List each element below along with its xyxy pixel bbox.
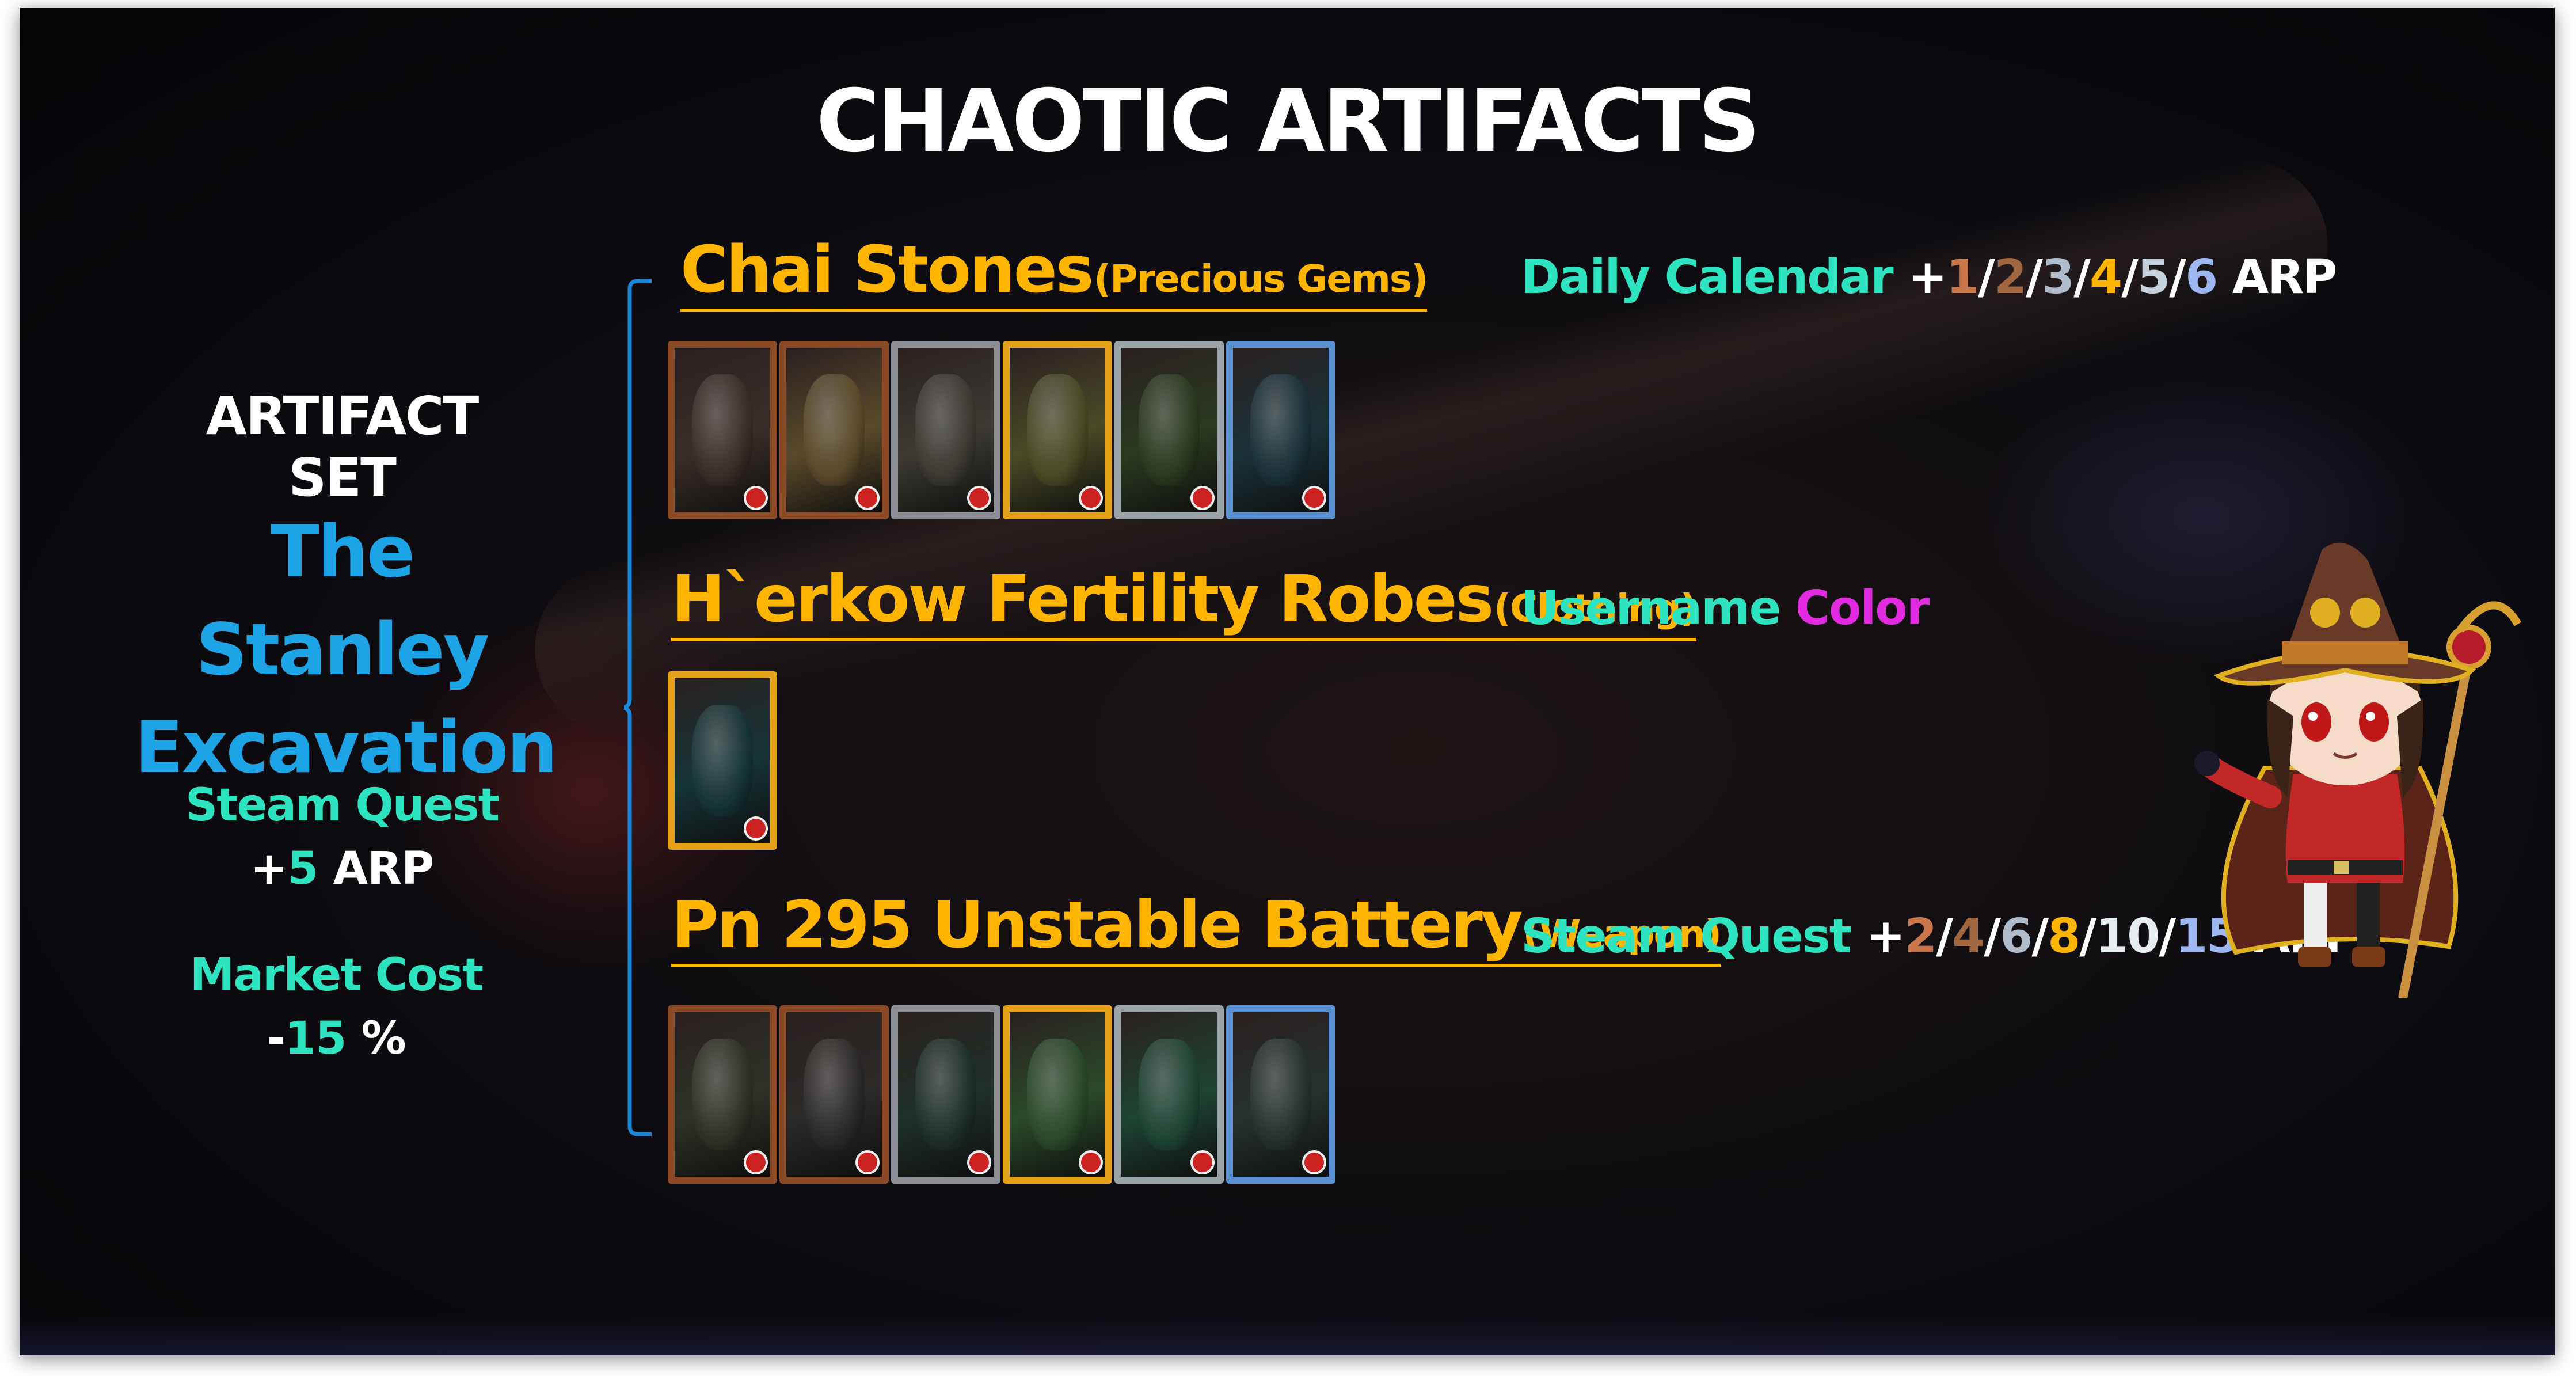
set-steam-quest-prefix: +: [250, 843, 288, 895]
section-name: Pn 295 Unstable Battery: [671, 888, 1523, 963]
tier-separator: /: [2026, 250, 2043, 305]
rarity-seal-icon: [1079, 486, 1103, 510]
tier-value: 2: [1904, 909, 1937, 964]
set-market-cost-prefix: -: [267, 1013, 285, 1065]
perk-label: Daily Calendar: [1521, 250, 1894, 305]
rarity-seal-icon: [744, 1150, 768, 1174]
card-row-unstable-battery: [668, 1005, 1335, 1184]
set-steam-quest-unit: ARP: [333, 843, 435, 895]
tier-separator: /: [1936, 909, 1953, 964]
artifact-art: [915, 1038, 977, 1151]
artifact-card[interactable]: [1114, 1005, 1224, 1184]
set-market-cost-label: Market Cost: [189, 949, 484, 1001]
tier-value: 8: [2048, 909, 2080, 964]
artifact-art: [691, 1038, 754, 1151]
set-market-cost-unit: %: [361, 1013, 406, 1065]
game-panel: CHAOTIC ARTIFACTS ARTIFACT SET The Stanl…: [20, 8, 2555, 1355]
artifact-card[interactable]: [668, 671, 777, 850]
tier-value: 6: [2185, 250, 2218, 305]
tier-separator: /: [2169, 250, 2186, 305]
perk-username-color: Username Color: [1521, 581, 1930, 636]
artifact-art: [803, 374, 865, 486]
set-market-cost-value: -15 %: [135, 1013, 538, 1065]
perk-value: Color: [1795, 581, 1930, 636]
tier-separator: /: [1984, 909, 2001, 964]
artifact-set-name-line1: The Stanley: [196, 511, 490, 691]
rarity-seal-icon: [1190, 486, 1215, 510]
set-market-cost-number: 15: [284, 1013, 347, 1065]
artifact-card[interactable]: [1003, 341, 1112, 519]
tier-value: 6: [2000, 909, 2033, 964]
artifact-art: [915, 374, 977, 486]
artifact-art: [1250, 374, 1312, 486]
tier-separator: /: [2031, 909, 2049, 964]
rarity-seal-icon: [967, 486, 991, 510]
artifact-card[interactable]: [891, 341, 1000, 519]
chibi-witch-character: [2194, 542, 2522, 998]
card-row-chai-stones: [668, 341, 1335, 519]
artifact-art: [691, 704, 754, 817]
artifact-art: [1250, 1038, 1312, 1151]
bottom-band: [20, 1315, 2555, 1355]
tier-separator: /: [2121, 250, 2139, 305]
artifact-card[interactable]: [1114, 341, 1224, 519]
rarity-seal-icon: [1079, 1150, 1103, 1174]
rarity-seal-icon: [1302, 1150, 1326, 1174]
artifact-card[interactable]: [668, 341, 777, 519]
tier-value: 5: [2137, 250, 2170, 305]
tier-value: 4: [2090, 250, 2122, 305]
artifact-card[interactable]: [779, 1005, 889, 1184]
artifact-card[interactable]: [779, 341, 889, 519]
rarity-seal-icon: [967, 1150, 991, 1174]
perk-unit: ARP: [2232, 250, 2338, 305]
perk-daily-calendar: Daily Calendar +1/2/3/4/5/6 ARP: [1521, 250, 2338, 305]
rarity-seal-icon: [855, 486, 880, 510]
set-brace-icon: [624, 279, 652, 1136]
perk-prefix: +: [1908, 250, 1947, 305]
artifact-art: [1138, 1038, 1200, 1151]
tier-value: 3: [2042, 250, 2075, 305]
tier-value: 4: [1952, 909, 1985, 964]
artifact-card[interactable]: [891, 1005, 1000, 1184]
artifact-art: [1026, 1038, 1089, 1151]
perk-label: Steam Quest: [1521, 909, 1852, 964]
rarity-seal-icon: [1302, 486, 1326, 510]
page-title: CHAOTIC ARTIFACTS: [816, 71, 1760, 172]
rarity-seal-icon: [855, 1150, 880, 1174]
tier-value: 2: [1994, 250, 2027, 305]
section-title-chai-stones: Chai Stones (Precious Gems): [680, 233, 1428, 312]
set-steam-quest-number: 5: [287, 843, 318, 895]
set-steam-quest-label: Steam Quest: [185, 780, 500, 831]
artifact-art: [1138, 374, 1200, 486]
section-category: (Precious Gems): [1093, 257, 1428, 301]
artifact-card[interactable]: [1226, 341, 1335, 519]
artifact-art: [691, 374, 754, 486]
artifact-art: [1026, 374, 1089, 486]
card-row-fertility-robes: [668, 671, 777, 850]
perk-prefix: +: [1866, 909, 1905, 964]
rarity-seal-icon: [744, 816, 768, 841]
artifact-card[interactable]: [668, 1005, 777, 1184]
tier-separator: /: [2073, 250, 2091, 305]
tier-separator: /: [1978, 250, 1995, 305]
artifact-set-name: The Stanley Excavation: [135, 503, 558, 797]
perk-label: Username: [1521, 581, 1781, 636]
section-name: Chai Stones: [680, 233, 1094, 307]
artifact-art: [803, 1038, 865, 1151]
perk-tier-values: 1/2/3/4/5/6: [1946, 250, 2218, 305]
artifact-set-heading: ARTIFACT SET: [206, 385, 480, 508]
tier-separator: /: [2079, 909, 2096, 964]
artifact-card[interactable]: [1226, 1005, 1335, 1184]
artifact-card[interactable]: [1003, 1005, 1112, 1184]
rarity-seal-icon: [744, 486, 768, 510]
rarity-seal-icon: [1190, 1150, 1215, 1174]
tier-value: 1: [1946, 250, 1979, 305]
section-name: H`erkow Fertility Robes: [671, 562, 1494, 637]
set-steam-quest-value: +5 ARP: [135, 843, 549, 895]
